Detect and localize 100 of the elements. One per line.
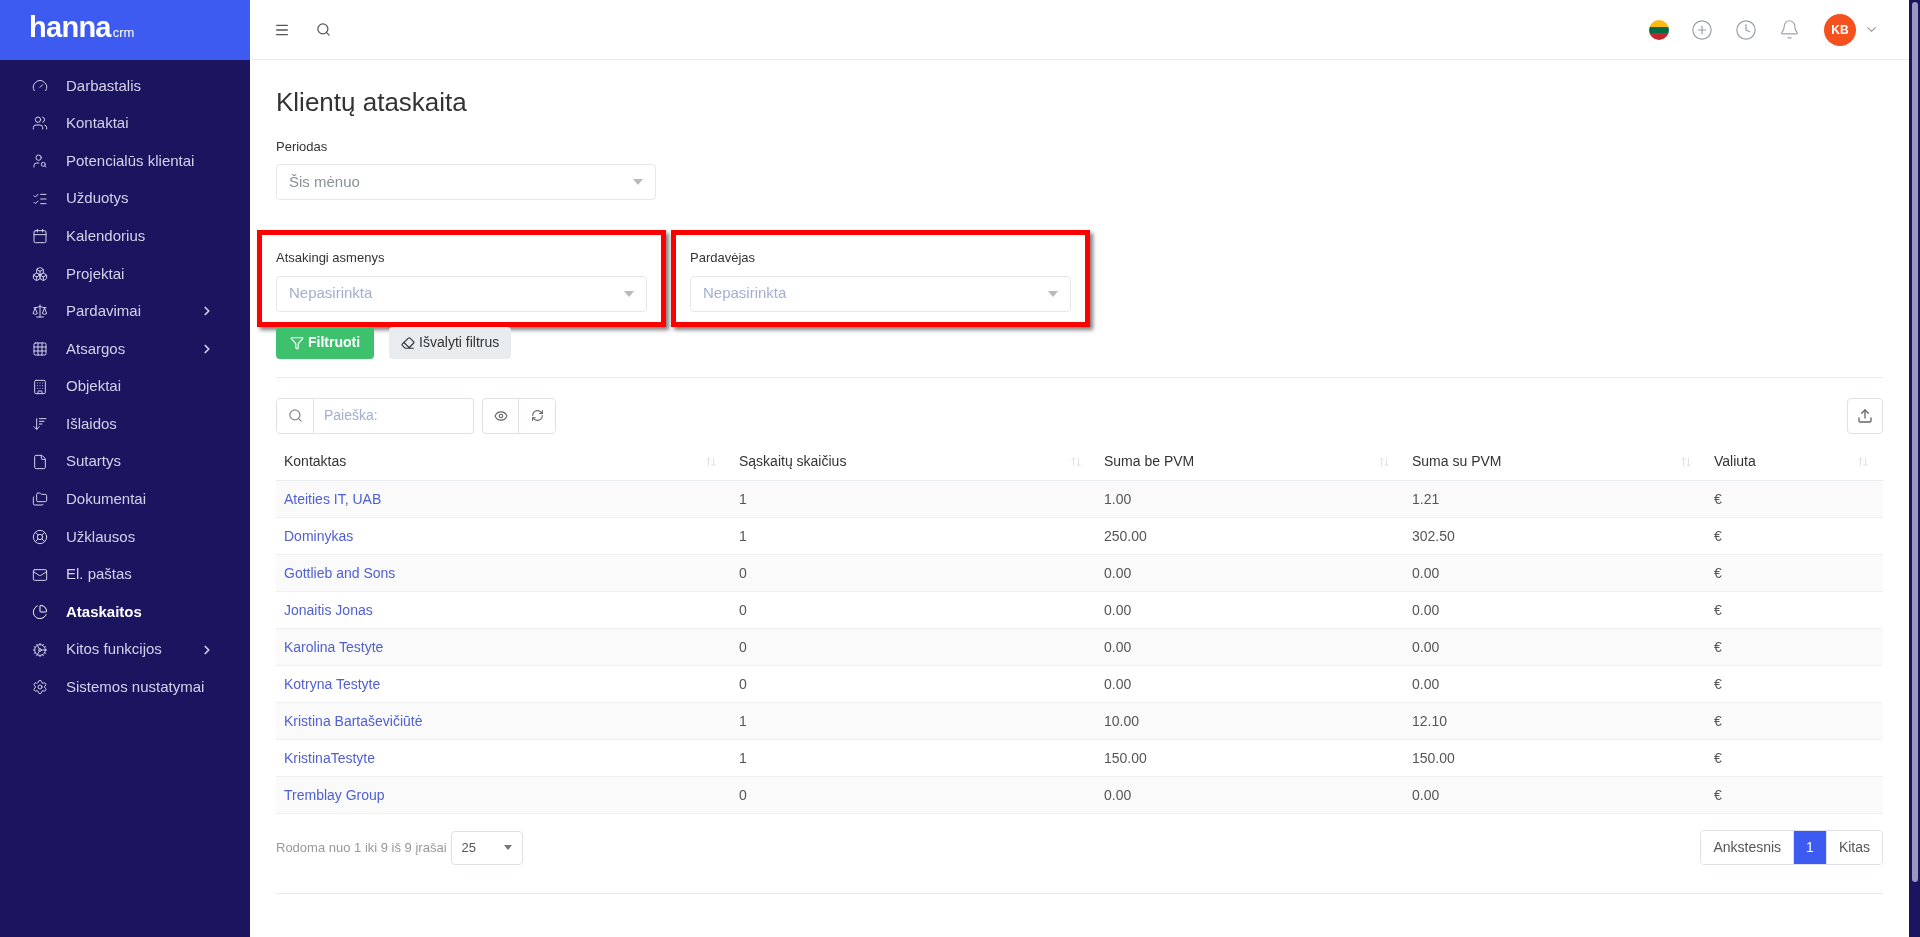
table-cell: 0.00 (1104, 675, 1132, 692)
dropdown-caret-icon (633, 179, 643, 185)
column-header[interactable]: Suma be PVM (1104, 451, 1195, 473)
calendar-icon (32, 228, 48, 245)
users-icon (32, 115, 48, 132)
contact-link[interactable]: Tremblay Group (284, 786, 385, 803)
contact-link[interactable]: Karolina Testyte (284, 638, 384, 655)
contact-link[interactable]: Ateities IT, UAB (284, 490, 382, 507)
contact-link[interactable]: Jonaitis Jonas (284, 601, 373, 618)
table-cell: 0.00 (1412, 601, 1440, 618)
contact-link[interactable]: Gottlieb and Sons (284, 564, 396, 581)
field-label: Periodas (276, 137, 329, 156)
sidebar-item[interactable]: Objektai (0, 367, 250, 406)
table-cell: € (1714, 786, 1722, 803)
search-icon (287, 408, 303, 423)
flag-icon[interactable] (1649, 19, 1669, 40)
scrollbar[interactable] (1909, 0, 1920, 937)
dropdown-caret-icon (624, 290, 634, 297)
cog-icon (32, 641, 48, 658)
table-cell: 1.00 (1104, 490, 1132, 507)
column-header[interactable]: Sąskaitų skaičius (739, 451, 847, 473)
sidebar-item[interactable]: Kontaktai (0, 104, 250, 143)
table-info: Rodoma nuo 1 iki 9 iš 9 įrašai (276, 838, 447, 857)
field-label: Pardavėjas (690, 249, 757, 267)
table-cell: 1 (739, 749, 747, 766)
table-cell: 1 (739, 712, 747, 729)
sidebar-item[interactable]: Potencialūs klientai (0, 142, 250, 180)
folders-icon (32, 491, 48, 508)
sidebar-item[interactable]: Užklausos (0, 518, 250, 556)
clear-filters-button[interactable]: Išvalyti filtrus (389, 326, 512, 359)
sidebar-item[interactable]: Kalendorius (0, 217, 250, 255)
table-cell: € (1714, 564, 1722, 581)
sidebar-item[interactable]: Ataskaitos (0, 593, 250, 631)
building-icon (32, 378, 48, 395)
sidebar-item[interactable]: Sutartys (0, 442, 250, 481)
column-header[interactable]: Kontaktas (284, 451, 347, 473)
table-cell: 0.00 (1104, 601, 1132, 618)
pagination-button[interactable]: Kitas (1825, 831, 1882, 864)
table-cell: 0.00 (1412, 786, 1440, 803)
plus-icon[interactable] (1691, 18, 1713, 41)
table-cell: € (1714, 675, 1722, 692)
table-cell: 10.00 (1104, 712, 1140, 729)
select-value: Šis mėnuo (289, 171, 360, 192)
table-cell: 150.00 (1104, 749, 1147, 766)
dropdown-caret-icon (503, 845, 512, 850)
table-cell: € (1714, 527, 1722, 544)
table-cell: € (1714, 712, 1722, 729)
table-cell: 0.00 (1412, 638, 1440, 655)
export-button[interactable] (1847, 397, 1883, 434)
sidebar-item[interactable]: Darbastalis (0, 67, 250, 105)
field-label: Atsakingi asmenys (276, 249, 386, 267)
eye-icon (493, 408, 508, 423)
pie-chart-icon (32, 604, 48, 621)
search-field[interactable]: Paieška: (314, 397, 474, 434)
sidebar-item[interactable]: Sistemos nustatymai (0, 668, 250, 707)
sidebar-item[interactable]: Projektai (0, 254, 250, 293)
select-placeholder: Nepasirinkta (289, 283, 373, 304)
clock-icon[interactable] (1735, 18, 1757, 41)
sidebar-item[interactable]: Dokumentai (0, 480, 250, 519)
page-title: Klientų ataskaita (276, 86, 468, 119)
sidebar-item[interactable]: Užduotys (0, 179, 250, 218)
sidebar-item[interactable]: Atsargos (0, 330, 250, 368)
person-icon (32, 153, 48, 169)
contact-link[interactable]: KristinaTestyte (284, 749, 376, 766)
contact-link[interactable]: Kotryna Testyte (284, 675, 381, 692)
contact-link[interactable]: Kristina Bartaševičiūtė (284, 712, 423, 729)
search-icon[interactable] (316, 22, 331, 37)
upload-icon (1857, 407, 1873, 424)
table-cell: 0 (739, 601, 747, 618)
table-cell: 0 (739, 675, 747, 692)
scale-icon (32, 303, 48, 320)
page-size-select[interactable]: 25 (450, 830, 523, 865)
mail-icon (32, 566, 48, 583)
sort-icon (32, 416, 48, 433)
gauge-icon (32, 77, 48, 94)
sidebar-item[interactable]: El. paštas (0, 555, 250, 594)
table-cell: € (1714, 749, 1722, 766)
select-placeholder: Nepasirinkta (703, 283, 787, 304)
column-header[interactable]: Valiuta (1714, 451, 1756, 473)
file-icon (32, 453, 48, 470)
bell-icon[interactable] (1779, 19, 1800, 40)
lifebuoy-icon (32, 528, 48, 545)
sidebar-item[interactable]: Pardavimai (0, 292, 250, 331)
refresh-icon (530, 409, 544, 422)
contact-link[interactable]: Dominykas (284, 527, 354, 544)
column-header[interactable]: Suma su PVM (1412, 451, 1502, 473)
table-cell: 250.00 (1104, 527, 1147, 544)
logo[interactable]: hannacrm (29, 13, 135, 44)
table-cell: 0.00 (1104, 564, 1132, 581)
table-cell: 1.21 (1412, 490, 1440, 507)
pagination-button[interactable]: 1 (1793, 831, 1826, 864)
table-cell: € (1714, 638, 1722, 655)
settings-icon (32, 679, 48, 696)
table-cell: 0.00 (1412, 564, 1440, 581)
filter-icon (290, 335, 304, 350)
table-cell: 0.00 (1104, 786, 1132, 803)
table-cell: 12.10 (1412, 712, 1448, 729)
sidebar-item[interactable]: Išlaidos (0, 405, 250, 443)
sidebar-item[interactable]: Kitos funkcijos (0, 630, 250, 669)
boxes-icon (32, 265, 48, 282)
